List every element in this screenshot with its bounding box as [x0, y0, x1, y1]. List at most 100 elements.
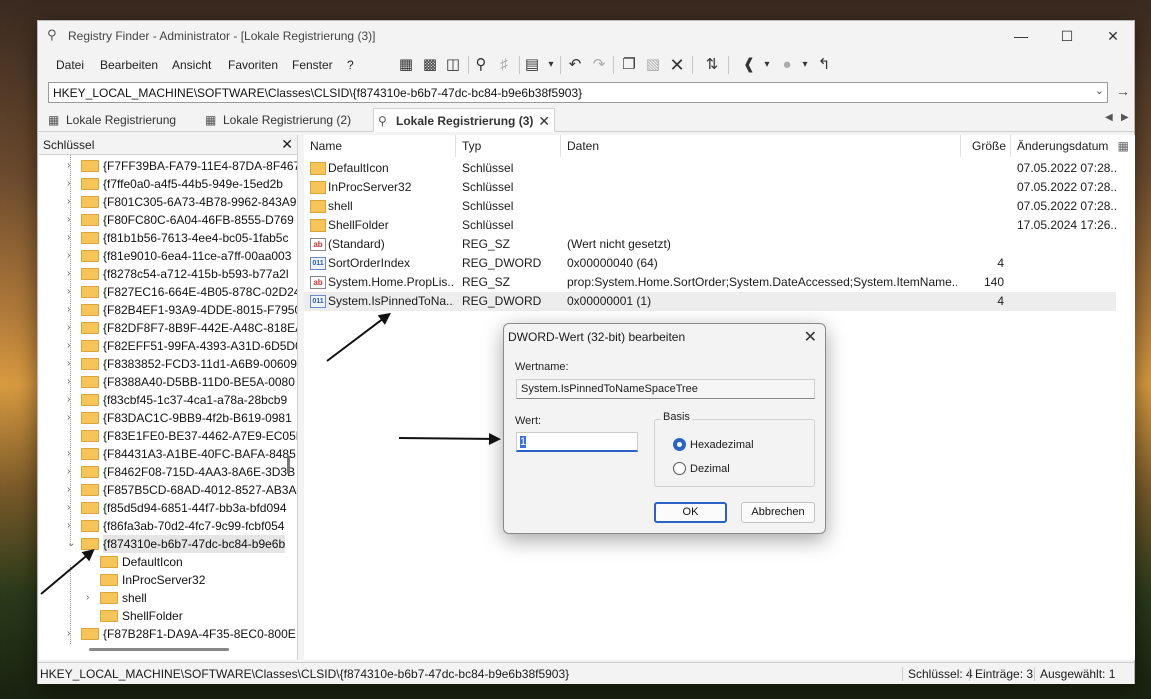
value-name: (Standard)	[328, 237, 385, 251]
col-name[interactable]: Name	[304, 135, 456, 157]
close-icon[interactable]: ✕	[1090, 21, 1136, 51]
minimize-icon[interactable]: —	[998, 21, 1044, 51]
tree-item-label: {f8278c54-a712-415b-b593-b77a2l	[103, 267, 289, 281]
redo-icon[interactable]: ↷	[588, 54, 610, 76]
chevron-down-icon[interactable]: ⌄	[1095, 84, 1104, 97]
value-row[interactable]: DefaultIcon Schlüssel 07.05.2022 07:28...	[304, 159, 1117, 178]
value-data: 0x00000040 (64)	[567, 256, 658, 270]
value-row[interactable]: InProcServer32 Schlüssel 07.05.2022 07:28.…	[304, 178, 1117, 197]
col-size[interactable]: Größe	[961, 135, 1011, 157]
tab-lokale-registrierung-3[interactable]: ⚲ Lokale Registrierung (3) ✕	[373, 108, 555, 132]
status-entries: Einträge: 3	[969, 667, 1033, 681]
chevron-icon[interactable]: ›	[67, 193, 79, 211]
tab-lokale-registrierung[interactable]: ▦ Lokale Registrierung	[44, 108, 194, 132]
chevron-down-icon[interactable]: ▾	[540, 54, 562, 76]
col-type[interactable]: Typ	[456, 135, 561, 157]
tree-view-icon[interactable]: ▦	[395, 54, 417, 76]
chevron-icon[interactable]: ›	[67, 211, 79, 229]
value-row[interactable]: ShellFolder Schlüssel 17.05.2024 17:26...	[304, 216, 1117, 235]
binary-value-icon: 011	[310, 257, 326, 270]
column-chooser-icon[interactable]: ▦	[1118, 135, 1129, 157]
folder-icon	[100, 610, 118, 622]
hex-radio[interactable]: Hexadezimal	[673, 438, 754, 452]
chevron-icon[interactable]: ›	[67, 373, 79, 391]
chevron-icon[interactable]: ›	[67, 355, 79, 373]
grid-view-icon[interactable]: ▩	[419, 54, 441, 76]
go-arrow-icon[interactable]: →	[1116, 83, 1130, 99]
chevron-icon[interactable]: ›	[67, 175, 79, 193]
value-row[interactable]: shell Schlüssel 07.05.2022 07:28...	[304, 197, 1117, 216]
address-bar: ⌄	[48, 82, 1108, 103]
value-row[interactable]: ab (Standard) REG_SZ (Wert nicht gesetzt)	[304, 235, 1116, 254]
chevron-icon[interactable]: ›	[67, 247, 79, 265]
tree-item-label: {f81b1b56-7613-4ee4-bc05-1fab5c	[103, 231, 289, 245]
tree-item-label: {F83E1FE0-BE37-4462-A7E9-EC05D	[103, 429, 298, 443]
folder-icon	[81, 340, 99, 352]
cancel-button[interactable]: Abbrechen	[741, 502, 815, 523]
chevron-icon[interactable]: ›	[67, 409, 79, 427]
col-data[interactable]: Daten	[561, 135, 961, 157]
paste-icon[interactable]: ▧	[642, 54, 664, 76]
menu-fenster[interactable]: Fenster	[292, 58, 333, 72]
back-dropdown-icon[interactable]: ▾	[756, 54, 778, 76]
tree-item-label: {f81e9010-6ea4-11ce-a7ff-00aa003	[103, 249, 292, 263]
folder-icon	[100, 592, 118, 604]
copy-icon[interactable]: ❐	[618, 54, 640, 76]
folder-icon	[81, 394, 99, 406]
close-tab-icon[interactable]: ✕	[538, 109, 550, 133]
chevron-icon[interactable]: ›	[86, 589, 98, 607]
undo-icon[interactable]: ↶	[564, 54, 586, 76]
chevron-icon[interactable]: ›	[67, 481, 79, 499]
chevron-icon[interactable]: ›	[67, 283, 79, 301]
close-icon[interactable]: ✕	[281, 136, 293, 153]
value-type: Schlüssel	[462, 218, 514, 232]
chevron-icon[interactable]: ›	[67, 499, 79, 517]
chevron-icon[interactable]: ›	[67, 337, 79, 355]
address-input[interactable]	[53, 84, 1083, 101]
value-row[interactable]: ab System.Home.PropLis... REG_SZ prop:Syste…	[304, 273, 1116, 292]
chevron-icon[interactable]: ›	[67, 229, 79, 247]
close-icon[interactable]: ✕	[804, 327, 817, 347]
tab-right-icon[interactable]: ▶	[1121, 112, 1129, 123]
menu-datei[interactable]: Datei	[56, 58, 84, 72]
delete-icon[interactable]: ✕	[666, 54, 688, 76]
value-row[interactable]: 011 System.IsPinnedToNa... REG_DWORD 0x0000…	[304, 292, 1116, 311]
chevron-icon[interactable]: ›	[67, 463, 79, 481]
up-icon[interactable]: ↰	[813, 54, 835, 76]
chevron-icon[interactable]: ›	[67, 445, 79, 463]
dec-radio[interactable]: Dezimal	[673, 462, 730, 476]
ok-button[interactable]: OK	[654, 502, 727, 523]
chevron-icon[interactable]: ⌄	[67, 535, 79, 553]
value-type: REG_DWORD	[462, 294, 542, 308]
chevron-icon[interactable]: ›	[67, 391, 79, 409]
value-row[interactable]: 011 SortOrderIndex REG_DWORD 0x00000040 (64…	[304, 254, 1116, 273]
tree-scrollbar[interactable]	[287, 456, 290, 474]
chevron-icon[interactable]: ›	[67, 517, 79, 535]
chevron-icon[interactable]: ›	[67, 625, 79, 643]
col-date[interactable]: Änderungsdatum ▦	[1011, 135, 1135, 157]
value-size: 140	[983, 275, 1004, 289]
tree-hscrollbar[interactable]	[89, 648, 229, 651]
chevron-icon[interactable]: ›	[67, 319, 79, 337]
menu-bearbeiten[interactable]: Bearbeiten	[100, 58, 158, 72]
chevron-icon[interactable]: ›	[67, 265, 79, 283]
maximize-icon[interactable]: ☐	[1044, 21, 1090, 51]
search-icon[interactable]: ⚲	[470, 54, 492, 76]
col-date-label: Änderungsdatum	[1017, 139, 1109, 153]
menu-ansicht[interactable]: Ansicht	[172, 58, 211, 72]
tab-label: Lokale Registrierung	[66, 113, 177, 127]
folder-icon	[310, 162, 326, 175]
tab-lokale-registrierung-2[interactable]: ▦ Lokale Registrierung (2)	[201, 108, 366, 132]
replace-icon[interactable]: ♯	[493, 54, 515, 76]
menu-favoriten[interactable]: Favoriten	[228, 58, 278, 72]
chevron-icon[interactable]: ›	[67, 157, 79, 175]
folder-icon	[81, 268, 99, 280]
chevron-icon[interactable]: ›	[67, 301, 79, 319]
base-label: Basis	[661, 411, 692, 423]
find-icon[interactable]: ◫	[442, 54, 464, 76]
refresh-icon[interactable]: ⇅	[701, 54, 723, 76]
edit-dword-dialog: DWORD-Wert (32-bit) bearbeiten ✕ Wertnam…	[503, 323, 826, 534]
tab-left-icon[interactable]: ◀	[1105, 112, 1113, 123]
value-input[interactable]	[517, 433, 637, 450]
menu-help[interactable]: ?	[347, 58, 354, 72]
